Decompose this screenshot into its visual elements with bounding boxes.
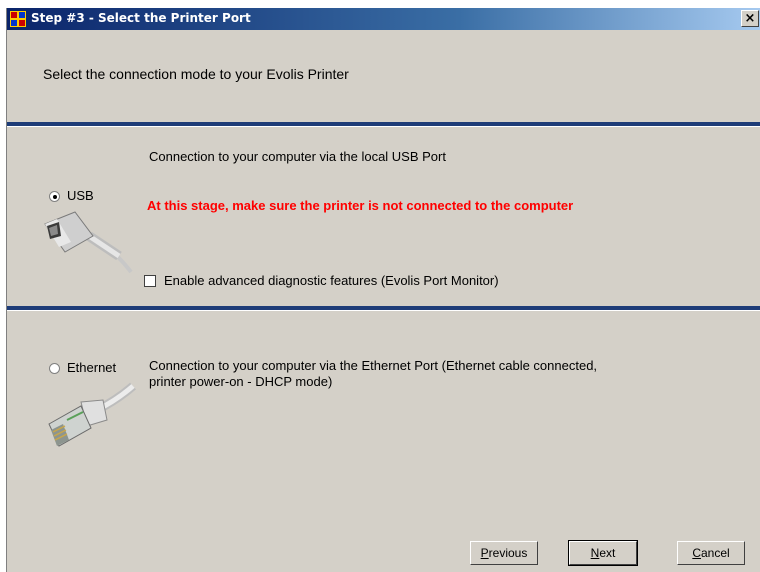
ethernet-radio-label: Ethernet: [67, 360, 117, 375]
section-divider-middle: [7, 306, 760, 311]
previous-button[interactable]: Previous: [470, 541, 538, 565]
usb-description: Connection to your computer via the loca…: [149, 149, 446, 164]
ethernet-radio-option[interactable]: Ethernet: [47, 360, 147, 378]
close-button[interactable]: ×: [741, 10, 759, 27]
usb-cable-icon: [44, 211, 133, 274]
ethernet-radio-button[interactable]: [49, 363, 60, 374]
previous-label: revious: [488, 546, 528, 560]
usb-radio-option[interactable]: USB: [47, 188, 127, 206]
close-icon: ×: [744, 11, 756, 26]
wizard-window: Step #3 - Select the Printer Port × Sele…: [6, 8, 760, 572]
ethernet-description-line2: printer power-on - DHCP mode): [149, 374, 333, 389]
cancel-label: ancel: [700, 546, 730, 560]
previous-mnemonic: P: [480, 546, 489, 560]
page-heading: Select the connection mode to your Evoli…: [43, 66, 349, 82]
usb-radio-button[interactable]: [49, 191, 60, 202]
cancel-mnemonic: C: [692, 546, 701, 560]
ethernet-cable-icon: [48, 382, 136, 447]
usb-radio-label: USB: [67, 188, 94, 203]
next-button[interactable]: Next: [568, 540, 638, 566]
radio-selected-dot: [53, 195, 57, 199]
ethernet-description-line1: Connection to your computer via the Ethe…: [149, 358, 598, 373]
section-divider-top: [7, 122, 760, 127]
advanced-diagnostic-label[interactable]: Enable advanced diagnostic features (Evo…: [164, 273, 499, 288]
advanced-diagnostic-checkbox[interactable]: [144, 275, 156, 287]
window-title: Step #3 - Select the Printer Port: [31, 11, 251, 25]
usb-warning-text: At this stage, make sure the printer is …: [147, 198, 574, 213]
cancel-button[interactable]: Cancel: [677, 541, 745, 565]
app-icon: [10, 11, 26, 27]
title-bar: Step #3 - Select the Printer Port ×: [7, 8, 760, 30]
next-label: ext: [599, 546, 616, 560]
